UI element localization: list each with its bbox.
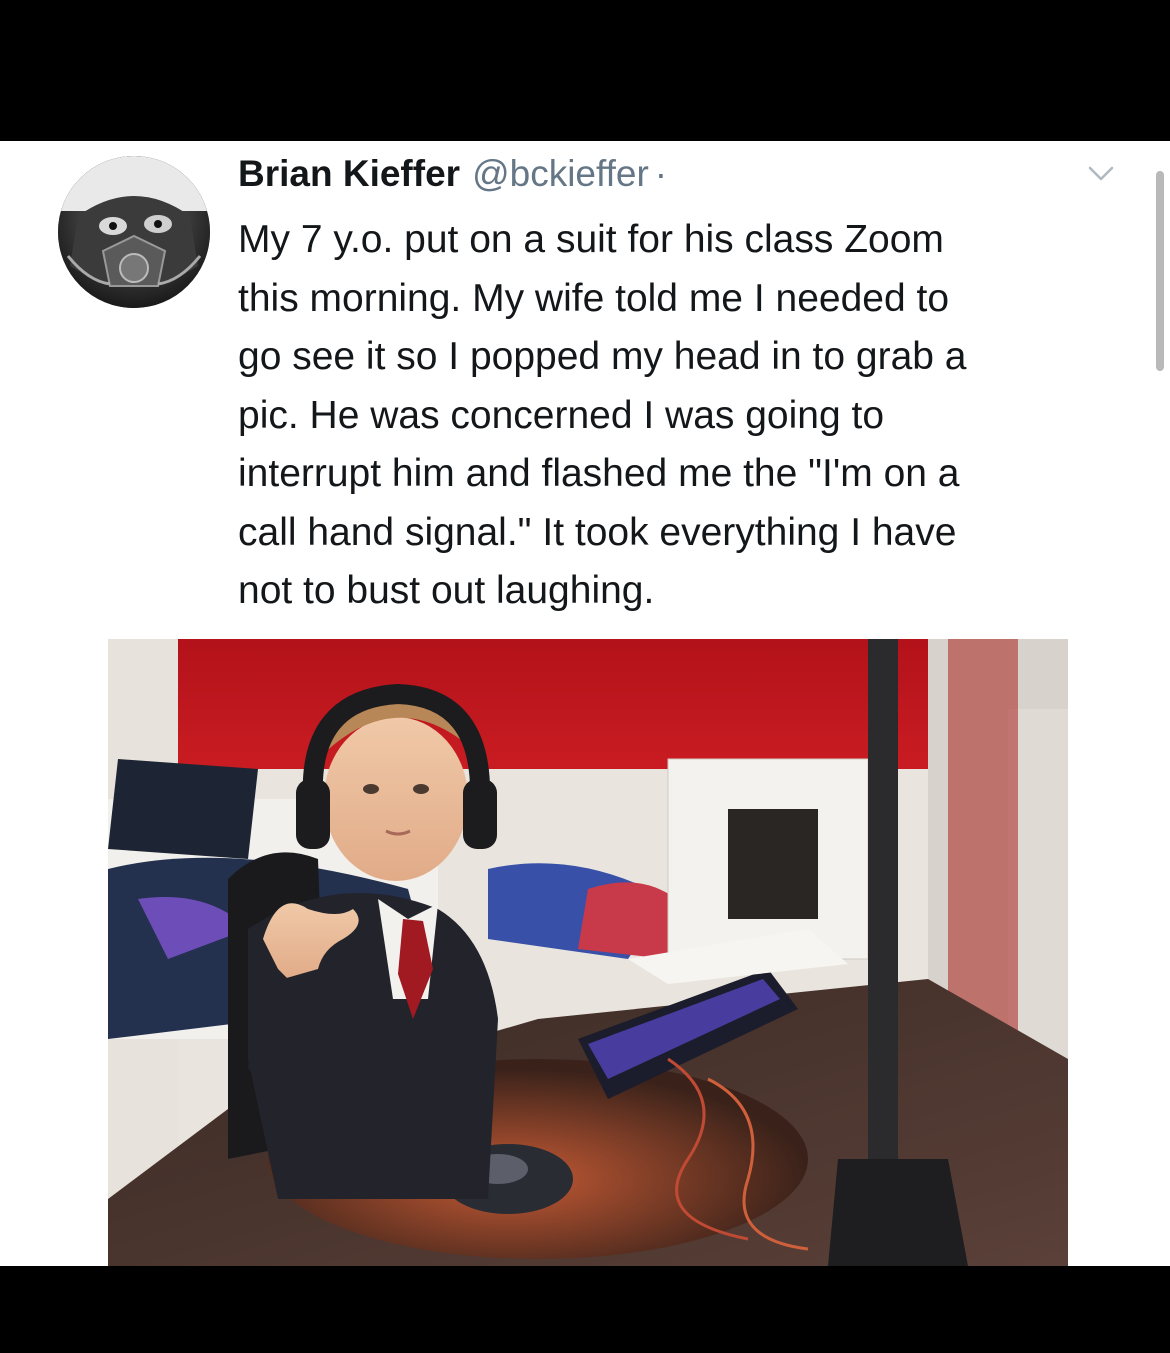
tweet-header: Brian Kieffer @bckieffer · bbox=[238, 153, 667, 203]
tweet-text-line: My 7 y.o. put on a suit for his class Zo… bbox=[238, 218, 944, 261]
tweet-text-line: this morning. My wife told me I needed t… bbox=[238, 276, 950, 320]
author-handle[interactable]: @bckieffer bbox=[472, 153, 649, 195]
top-black-bar bbox=[0, 0, 1170, 141]
tweet-text: My 7 y.o. put on a suit for his class Zo… bbox=[238, 211, 1118, 621]
scrollbar[interactable] bbox=[1156, 171, 1164, 371]
bottom-black-bar bbox=[0, 1266, 1170, 1353]
author-name[interactable]: Brian Kieffer bbox=[238, 153, 460, 195]
attached-photo[interactable] bbox=[108, 639, 1068, 1266]
tweet-text-line: go see it so I popped my head in to grab… bbox=[238, 335, 967, 378]
avatar[interactable] bbox=[58, 156, 210, 308]
photo-illustration bbox=[108, 639, 1068, 1266]
tweet-card: Brian Kieffer @bckieffer · My 7 y.o. put… bbox=[0, 141, 1170, 1266]
tweet-text-line: interrupt him and flashed me the "I'm on… bbox=[238, 452, 960, 495]
avatar-icon bbox=[58, 156, 210, 308]
tweet-text-line: call hand signal." It took everything I … bbox=[238, 510, 957, 554]
chevron-down-icon[interactable] bbox=[1088, 165, 1114, 183]
separator-dot: · bbox=[654, 153, 668, 194]
tweet-text-line: not to bust out laughing. bbox=[238, 569, 655, 612]
tweet-text-line: pic. He was concerned I was going to bbox=[238, 393, 885, 437]
